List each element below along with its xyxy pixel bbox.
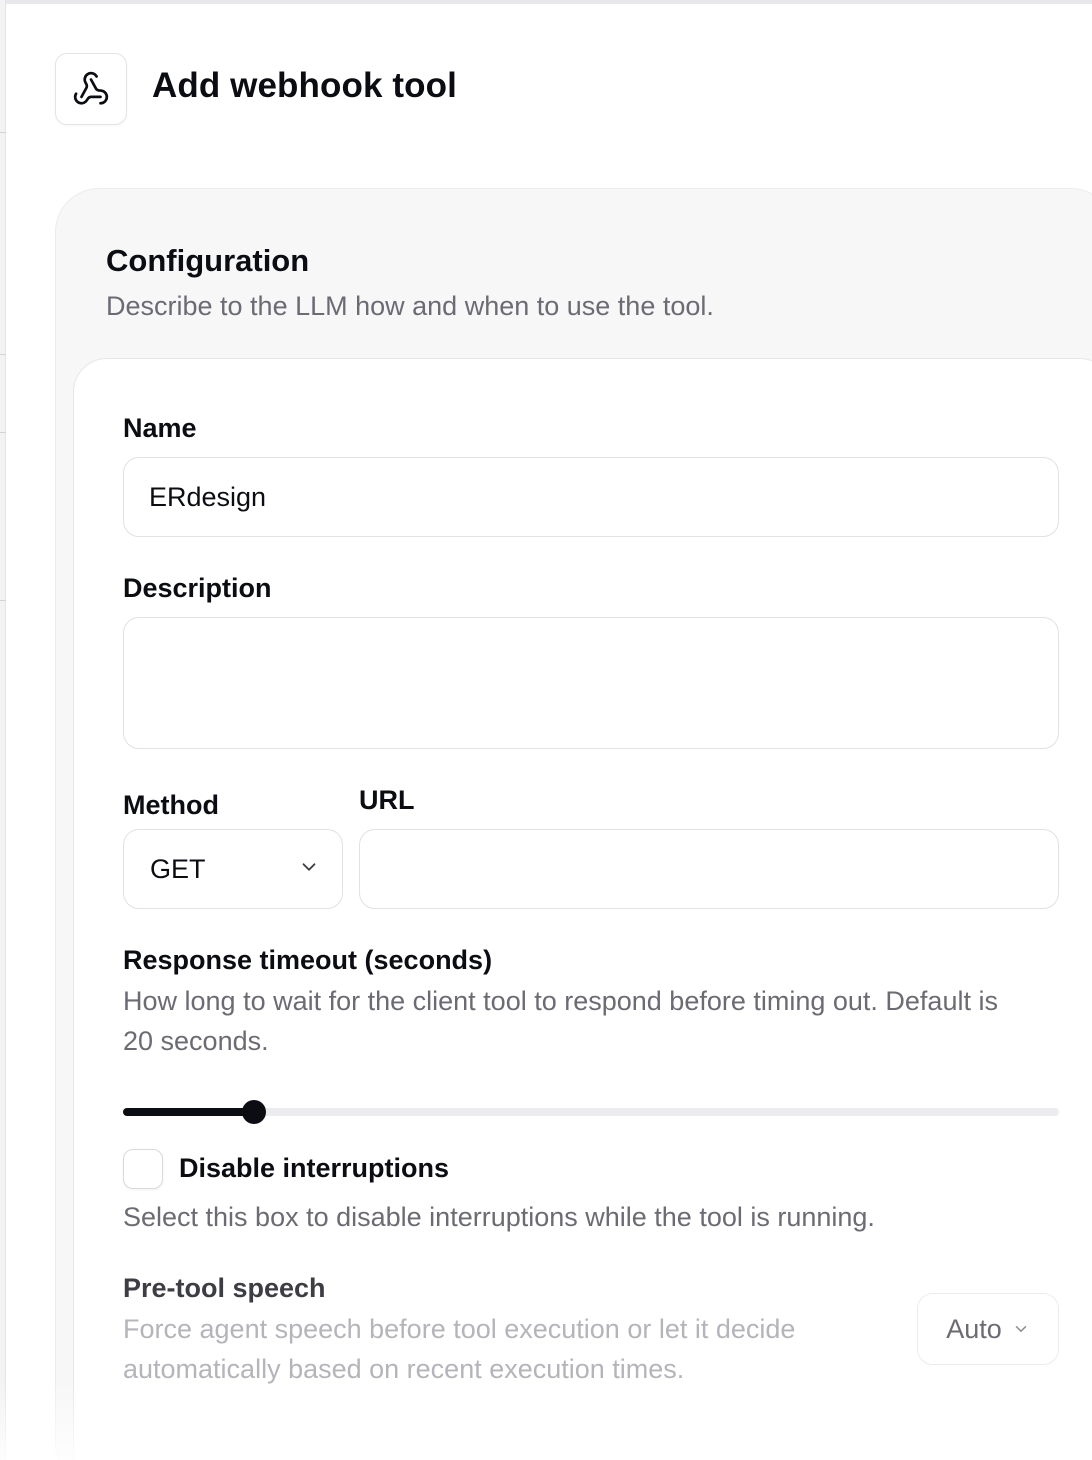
method-label: Method [123,790,219,820]
name-input[interactable] [123,457,1059,537]
url-label: URL [359,785,415,815]
pre-tool-speech-help: Force agent speech before tool execution… [123,1314,796,1384]
timeout-label: Response timeout (seconds) [123,945,493,975]
top-divider [0,0,1092,4]
method-value: GET [150,853,206,884]
method-select[interactable]: GET [123,829,343,909]
timeout-slider[interactable] [123,1100,1059,1124]
name-label: Name [123,413,197,443]
divider [0,432,6,433]
disable-interruptions-label[interactable]: Disable interruptions [179,1153,449,1184]
slider-fill [123,1108,255,1116]
section-subtitle: Describe to the LLM how and when to use … [106,291,714,321]
disable-interruptions-help: Select this box to disable interruptions… [123,1202,875,1232]
section-title: Configuration [106,243,310,278]
divider [0,600,6,601]
background-panel-edge [0,0,6,1460]
description-label: Description [123,573,272,603]
divider [0,354,6,355]
webhook-icon [55,53,127,125]
pre-tool-speech-select[interactable]: Auto [917,1293,1059,1365]
divider [0,132,6,133]
url-input[interactable] [359,829,1059,909]
disable-interruptions-checkbox[interactable] [123,1149,163,1189]
timeout-help: How long to wait for the client tool to … [123,986,998,1056]
pre-tool-speech-value: Auto [946,1313,1002,1344]
webhook-tool-page: Add webhook tool Configuration Describe … [0,0,1092,1460]
description-textarea[interactable] [123,617,1059,749]
slider-thumb[interactable] [242,1100,267,1124]
scroll-fade [0,1380,1092,1460]
page-title: Add webhook tool [152,66,457,105]
pre-tool-speech-label: Pre-tool speech [123,1273,326,1303]
chevron-down-icon [1012,1314,1030,1345]
chevron-down-icon [298,854,320,885]
